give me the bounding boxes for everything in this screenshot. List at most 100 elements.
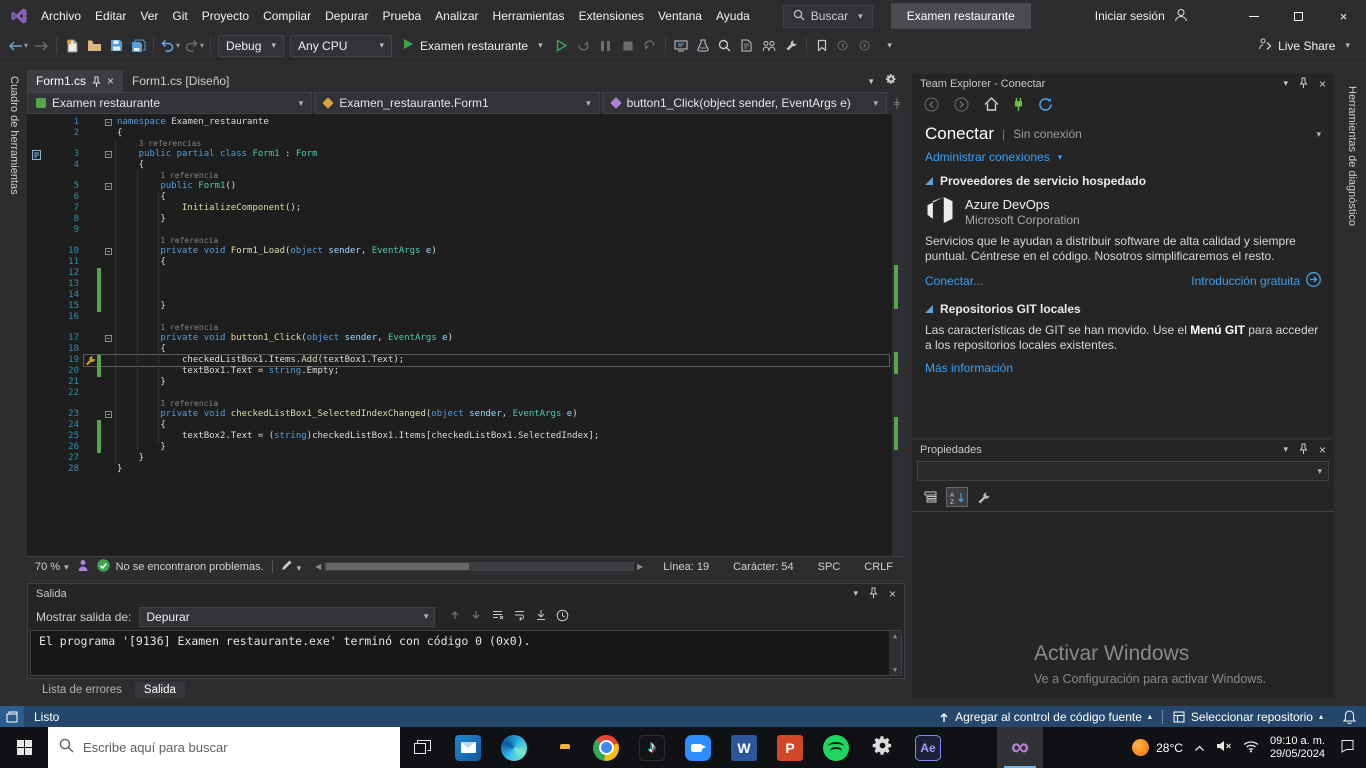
section-local-git-repos[interactable]: Repositorios GIT locales bbox=[925, 302, 1321, 316]
quick-search-box[interactable]: Buscar ▾ bbox=[782, 4, 873, 28]
pin-icon[interactable] bbox=[869, 587, 878, 600]
code-line-27[interactable]: 27} bbox=[27, 453, 905, 464]
solution-platforms-dropdown[interactable]: Any CPU ▾ bbox=[290, 34, 393, 57]
code-line-7[interactable]: 7 InitializeComponent(); bbox=[27, 203, 905, 214]
menu-analizar[interactable]: Analizar bbox=[428, 0, 485, 32]
connect-link[interactable]: Conectar... bbox=[925, 274, 983, 288]
zoom-dropdown[interactable]: 70 % ▾ bbox=[35, 561, 69, 573]
close-tab-icon[interactable]: × bbox=[107, 74, 114, 88]
fold-marker[interactable] bbox=[105, 117, 117, 128]
network-wifi-icon[interactable] bbox=[1243, 740, 1259, 756]
intro-link[interactable]: Introducción gratuita bbox=[1191, 272, 1321, 290]
chevron-down-icon[interactable]: ▾ bbox=[1283, 78, 1288, 89]
fold-marker[interactable] bbox=[105, 333, 117, 344]
taskbar-vscode-button[interactable] bbox=[951, 727, 997, 768]
pin-icon[interactable] bbox=[92, 76, 101, 87]
categorized-icon[interactable] bbox=[919, 487, 941, 507]
code-line-5[interactable]: 5 public Form1() bbox=[27, 181, 905, 192]
taskbar-visual-studio-button[interactable]: ∞ bbox=[997, 727, 1043, 768]
code-line-12[interactable]: 12 bbox=[27, 268, 905, 279]
autoscroll-icon[interactable] bbox=[535, 609, 547, 624]
codelens-row[interactable]: 3 referencias bbox=[27, 139, 905, 149]
next-message-icon[interactable] bbox=[470, 609, 482, 624]
refresh-icon[interactable] bbox=[1038, 97, 1053, 115]
chevron-down-icon[interactable]: ▾ bbox=[1316, 129, 1321, 140]
open-file-icon[interactable] bbox=[83, 34, 105, 58]
code-line-20[interactable]: 20 textBox1.Text = string.Empty; bbox=[27, 366, 905, 377]
toolbar-overflow-icon[interactable]: ▾ bbox=[877, 34, 899, 58]
action-center-icon[interactable] bbox=[1336, 739, 1359, 756]
spaces-indicator[interactable]: SPC bbox=[818, 561, 841, 573]
diagnostics-side-tab[interactable]: Herramientas de diagnóstico bbox=[1338, 70, 1366, 706]
code-line-1[interactable]: 1 namespace Examen_restaurante bbox=[27, 117, 905, 128]
codelens-label[interactable]: 3 referencias bbox=[139, 139, 202, 148]
forward-icon[interactable] bbox=[30, 34, 52, 58]
minimize-button[interactable] bbox=[1231, 0, 1276, 32]
hidden-icons-chevron-icon[interactable] bbox=[1194, 741, 1205, 755]
code-line-9[interactable]: 9 bbox=[27, 225, 905, 236]
pin-icon[interactable] bbox=[1299, 443, 1308, 456]
scroll-right-icon[interactable]: ▶ bbox=[637, 562, 643, 571]
code-line-10[interactable]: 10 private void Form1_Load(object sender,… bbox=[27, 246, 905, 257]
taskbar-powerpoint-button[interactable]: P bbox=[767, 727, 813, 768]
document-list-chevron-icon[interactable]: ▼ bbox=[867, 77, 875, 86]
code-line-21[interactable]: 21} bbox=[27, 377, 905, 388]
code-line-23[interactable]: 23 private void checkedListBox1_SelectedI… bbox=[27, 409, 905, 420]
connections-plug-icon[interactable] bbox=[1014, 97, 1023, 115]
codelens-label[interactable]: 1 referencia bbox=[160, 236, 218, 245]
taskbar-word-button[interactable]: W bbox=[721, 727, 767, 768]
navigate-forward-icon[interactable] bbox=[855, 34, 877, 58]
output-scrollbar[interactable]: ▲ ▼ bbox=[889, 631, 901, 675]
editor-splitter-icon[interactable]: ╪ bbox=[888, 92, 905, 114]
output-text[interactable]: El programa '[9136] Examen restaurante.e… bbox=[30, 630, 902, 676]
menu-prueba[interactable]: Prueba bbox=[375, 0, 428, 32]
scroll-left-icon[interactable]: ◀ bbox=[315, 562, 321, 571]
stop-icon[interactable] bbox=[617, 34, 639, 58]
taskbar-settings-button[interactable] bbox=[859, 727, 905, 768]
sign-in-button[interactable]: Iniciar sesión bbox=[1095, 8, 1188, 25]
code-line-4[interactable]: 4{ bbox=[27, 160, 905, 171]
maximize-button[interactable] bbox=[1276, 0, 1321, 32]
codelens-label[interactable]: 1 referencia bbox=[160, 399, 218, 408]
menu-compilar[interactable]: Compilar bbox=[256, 0, 318, 32]
code-editor[interactable]: 1 namespace Examen_restaurante 2{3 referen… bbox=[27, 114, 905, 556]
edit-tracking-icon[interactable]: ▾ bbox=[281, 559, 301, 574]
menu-ver[interactable]: Ver bbox=[133, 0, 165, 32]
codelens-row[interactable]: 1 referencia bbox=[27, 323, 905, 333]
tab-salida[interactable]: Salida bbox=[134, 682, 185, 698]
taskbar-file-explorer-button[interactable] bbox=[537, 727, 583, 768]
code-line-18[interactable]: 18{ bbox=[27, 344, 905, 355]
menu-editar[interactable]: Editar bbox=[88, 0, 133, 32]
fold-marker[interactable] bbox=[105, 149, 117, 160]
scroll-thumb[interactable] bbox=[326, 563, 469, 570]
back-icon[interactable]: ▾ bbox=[6, 34, 30, 58]
scroll-up-icon[interactable]: ▲ bbox=[893, 632, 897, 640]
code-line-13[interactable]: 13 bbox=[27, 279, 905, 290]
code-line-25[interactable]: 25 textBox2.Text = (string)checkedListBox… bbox=[27, 431, 905, 442]
start-without-debugging-icon[interactable] bbox=[551, 34, 573, 58]
code-line-14[interactable]: 14 bbox=[27, 290, 905, 301]
test-explorer-icon[interactable] bbox=[692, 34, 714, 58]
section-hosted-providers[interactable]: Proveedores de servicio hospedado bbox=[925, 174, 1321, 188]
word-wrap-icon[interactable] bbox=[513, 609, 526, 624]
new-file-icon[interactable] bbox=[61, 34, 83, 58]
code-line-16[interactable]: 16 bbox=[27, 312, 905, 323]
previous-message-icon[interactable] bbox=[449, 609, 461, 624]
save-icon[interactable] bbox=[105, 34, 127, 58]
menu-depurar[interactable]: Depurar bbox=[318, 0, 375, 32]
menu-git[interactable]: Git bbox=[165, 0, 194, 32]
volume-mute-icon[interactable] bbox=[1216, 740, 1232, 755]
close-icon[interactable]: × bbox=[1319, 77, 1326, 91]
editor-vertical-scrollbar[interactable] bbox=[892, 114, 905, 556]
codelens-label[interactable]: 1 referencia bbox=[160, 171, 218, 180]
type-dropdown[interactable]: Examen_restaurante.Form1 ▾ bbox=[314, 92, 600, 114]
menu-proyecto[interactable]: Proyecto bbox=[195, 0, 256, 32]
find-in-files-icon[interactable] bbox=[714, 34, 736, 58]
solution-explorer-icon[interactable] bbox=[736, 34, 758, 58]
tab-lista-de-errores[interactable]: Lista de errores bbox=[33, 682, 131, 698]
close-icon[interactable]: × bbox=[889, 587, 896, 601]
save-all-icon[interactable] bbox=[127, 34, 149, 58]
home-icon[interactable] bbox=[984, 97, 999, 114]
taskbar-mail-button[interactable] bbox=[445, 727, 491, 768]
code-line-17[interactable]: 17 private void button1_Click(object send… bbox=[27, 333, 905, 344]
